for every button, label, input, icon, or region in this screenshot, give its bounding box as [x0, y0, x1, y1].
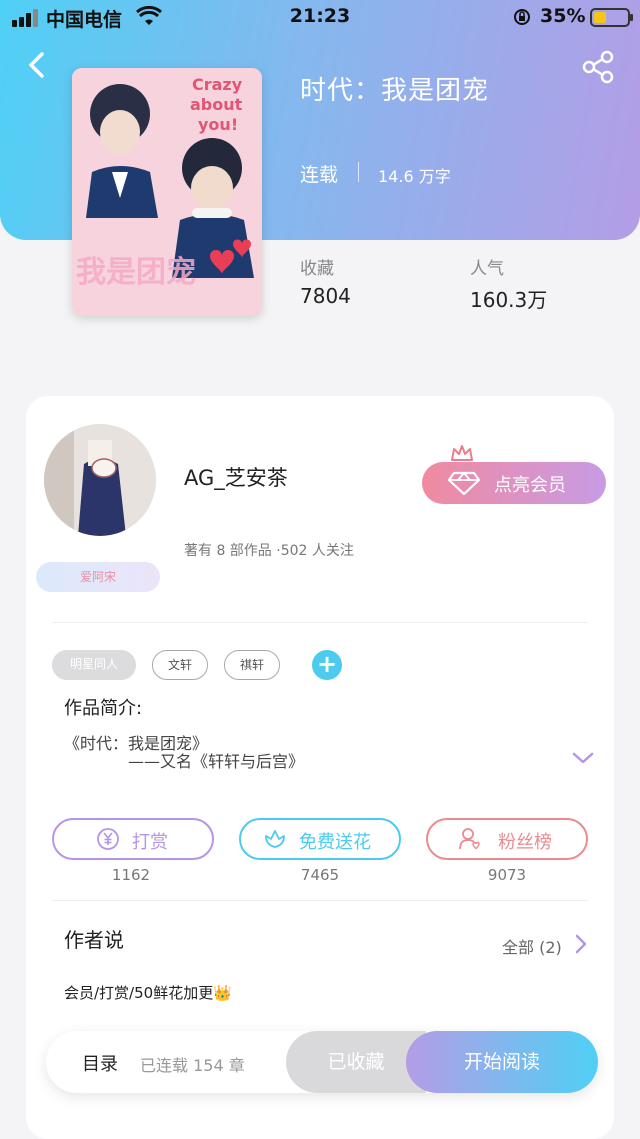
- book-cover[interactable]: Crazy about you! 我是团宠: [72, 68, 262, 316]
- author-avatar[interactable]: [44, 424, 156, 536]
- svg-text:you!: you!: [198, 115, 238, 134]
- battery-percent: 35%: [540, 5, 586, 27]
- fan-rank-button[interactable]: 粉丝榜: [426, 818, 588, 860]
- author-name[interactable]: AG_芝安茶: [184, 462, 288, 492]
- avatar-photo: [44, 424, 156, 536]
- reward-button[interactable]: 打赏: [52, 818, 214, 860]
- fan-rank-label: 粉丝榜: [498, 832, 552, 853]
- collected-button[interactable]: 已收藏: [286, 1031, 426, 1093]
- crown-icon: [451, 445, 473, 461]
- add-tag-icon[interactable]: +: [312, 650, 342, 680]
- collect-stat-label: 收藏: [300, 259, 334, 279]
- popularity-stat-value: 160.3万: [470, 288, 548, 312]
- all-notes-link[interactable]: 全部 (2): [502, 934, 562, 958]
- send-flower-label: 免费送花: [299, 832, 371, 853]
- svg-text:我是团宠: 我是团宠: [76, 255, 196, 290]
- yen-icon: [97, 828, 119, 850]
- tag-qixuan[interactable]: 祺轩: [224, 650, 280, 680]
- serial-status: 连载: [300, 164, 339, 186]
- author-note: 会员/打赏/50鲜花加更👑: [64, 984, 232, 1002]
- word-count: 14.6 万字: [378, 167, 451, 186]
- fan-badge: 爱阿宋: [36, 562, 160, 592]
- tag-wenxuan[interactable]: 文轩: [152, 650, 208, 680]
- cover-illustration: Crazy about you! 我是团宠: [72, 68, 262, 316]
- svg-text:about: about: [190, 95, 243, 114]
- chevron-right-icon[interactable]: [574, 934, 588, 954]
- share-icon[interactable]: [580, 50, 616, 84]
- intro-heading: 作品简介:: [64, 698, 143, 719]
- svg-text:Crazy: Crazy: [192, 75, 243, 94]
- vip-button[interactable]: 点亮会员: [422, 462, 606, 504]
- fan-badge-label: 爱阿宋: [79, 570, 116, 584]
- chevron-down-icon[interactable]: [572, 750, 594, 766]
- book-title: 时代：我是团宠: [300, 76, 490, 106]
- reward-label: 打赏: [132, 832, 168, 853]
- author-meta: 著有 8 部作品 ·502 人关注: [184, 543, 354, 559]
- send-flower-button[interactable]: 免费送花: [239, 818, 401, 860]
- battery-icon: [590, 8, 633, 27]
- collect-stat-value: 7804: [300, 284, 351, 308]
- vip-button-label: 点亮会员: [494, 475, 566, 496]
- reward-count: 1162: [111, 866, 151, 884]
- orientation-lock-icon: [514, 9, 530, 25]
- status-divider: [358, 162, 359, 182]
- flower-icon: [265, 830, 285, 848]
- fan-count: 9073: [487, 866, 527, 884]
- intro-line-2: ——又名《轩轩与后宫》: [128, 752, 305, 771]
- catalog-button[interactable]: 目录: [82, 1050, 118, 1076]
- section-divider: [52, 900, 588, 901]
- tag-label: 文轩: [167, 658, 192, 672]
- popularity-stat-label: 人气: [470, 259, 504, 279]
- section-divider: [52, 622, 588, 623]
- tag-label: 祺轩: [239, 658, 264, 672]
- start-reading-button[interactable]: 开始阅读: [406, 1031, 598, 1093]
- chapter-count: 已连载 154 章: [140, 1056, 245, 1075]
- back-icon[interactable]: [22, 50, 52, 80]
- diamond-icon: [448, 471, 480, 495]
- user-heart-icon: [459, 828, 480, 850]
- flower-count: 7465: [300, 866, 340, 884]
- author-says-heading: 作者说: [64, 928, 124, 952]
- tag-label: 明星同人: [69, 657, 118, 671]
- status-bar: 中国电信 21:23 35%: [0, 0, 640, 36]
- tag-star-fanfic[interactable]: 明星同人: [52, 650, 136, 680]
